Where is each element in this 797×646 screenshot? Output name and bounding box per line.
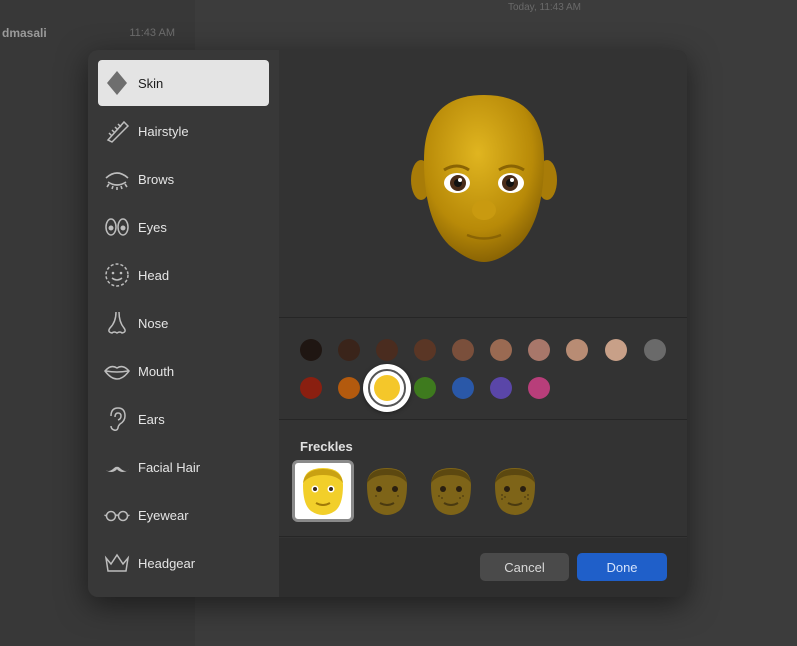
freckles-section: Freckles: [279, 421, 687, 537]
freckle-face-icon: [303, 468, 343, 515]
background-conversation-row: dmasali 11:43 AM: [0, 18, 195, 50]
selected-color-dot: [374, 375, 400, 401]
skin-swatch[interactable]: [490, 339, 512, 361]
sidebar-item-label: Brows: [138, 171, 175, 187]
sidebar-item-eyes[interactable]: Eyes: [98, 204, 269, 250]
memoji-editor-dialog: Skin Hairstyle Brows Eyes Head Nose Mout…: [88, 50, 687, 597]
sidebar-item-eyewear[interactable]: Eyewear: [98, 492, 269, 538]
skin-swatch[interactable]: [528, 377, 550, 399]
selection-ring: [368, 369, 406, 407]
memoji-preview: [279, 50, 687, 318]
head-icon: [104, 262, 130, 288]
sidebar-item-nose[interactable]: Nose: [98, 300, 269, 346]
sidebar-item-label: Skin: [138, 75, 164, 91]
sidebar-item-head[interactable]: Head: [98, 252, 269, 298]
sidebar-item-label: Facial Hair: [138, 459, 201, 475]
sidebar-item-label: Eyewear: [138, 507, 189, 523]
contact-time: 11:43 AM: [129, 27, 175, 39]
mustache-icon: [104, 454, 130, 480]
contact-name: dmasali: [2, 26, 47, 40]
skin-swatch[interactable]: [528, 339, 550, 361]
eyes-icon: [104, 214, 130, 240]
sidebar-item-hairstyle[interactable]: Hairstyle: [98, 108, 269, 154]
freckle-option-medium[interactable]: [420, 460, 482, 522]
sidebar-item-skin[interactable]: Skin: [98, 60, 269, 106]
skin-swatch[interactable]: [300, 339, 322, 361]
glasses-icon: [104, 502, 130, 528]
skin-swatch[interactable]: [490, 377, 512, 399]
skin-swatch[interactable]: [300, 377, 322, 399]
skin-swatch[interactable]: [414, 339, 436, 361]
freckle-face-icon: [367, 468, 407, 515]
skin-swatch[interactable]: [452, 377, 474, 399]
skin-swatch[interactable]: [376, 339, 398, 361]
done-button[interactable]: Done: [577, 553, 667, 581]
freckle-option-none[interactable]: [292, 460, 354, 522]
editor-content: Freckles Cancel Done: [279, 50, 687, 597]
sidebar-item-brows[interactable]: Brows: [98, 156, 269, 202]
sidebar-item-label: Eyes: [138, 219, 167, 235]
sidebar-item-facial-hair[interactable]: Facial Hair: [98, 444, 269, 490]
mouth-icon: [104, 358, 130, 384]
freckle-option-light[interactable]: [356, 460, 418, 522]
skin-swatch-selected[interactable]: [363, 364, 411, 412]
skin-swatch[interactable]: [566, 339, 588, 361]
conversation-date: Today, 11:43 AM: [508, 2, 582, 13]
skin-swatch[interactable]: [452, 339, 474, 361]
freckle-face-icon: [495, 468, 535, 515]
sidebar-item-mouth[interactable]: Mouth: [98, 348, 269, 394]
ear-icon: [104, 406, 130, 432]
nose-icon: [104, 310, 130, 336]
freckle-face-icon: [431, 468, 471, 515]
sidebar-item-label: Hairstyle: [138, 123, 189, 139]
dialog-footer: Cancel Done: [279, 538, 687, 597]
sidebar-item-label: Nose: [138, 315, 169, 331]
sidebar-item-label: Ears: [138, 411, 165, 427]
freckles-label: Freckles: [300, 439, 353, 454]
category-sidebar: Skin Hairstyle Brows Eyes Head Nose Mout…: [88, 50, 279, 597]
skin-swatch[interactable]: [414, 377, 436, 399]
skin-swatch[interactable]: [644, 339, 666, 361]
skin-swatch[interactable]: [338, 339, 360, 361]
crown-icon: [104, 550, 130, 576]
memoji-head-image: [411, 95, 557, 262]
sidebar-item-label: Headgear: [138, 555, 196, 571]
cancel-button[interactable]: Cancel: [480, 553, 569, 581]
brows-icon: [104, 166, 130, 192]
skin-color-palette: [279, 319, 687, 420]
comb-icon: [104, 118, 130, 144]
sidebar-item-label: Head: [138, 267, 170, 283]
skin-swatch[interactable]: [338, 377, 360, 399]
skin-swatch[interactable]: [605, 339, 627, 361]
sidebar-item-headgear[interactable]: Headgear: [98, 540, 269, 586]
freckle-option-heavy[interactable]: [484, 460, 546, 522]
diamond-icon: [104, 70, 130, 96]
sidebar-item-ears[interactable]: Ears: [98, 396, 269, 442]
sidebar-item-label: Mouth: [138, 363, 175, 379]
